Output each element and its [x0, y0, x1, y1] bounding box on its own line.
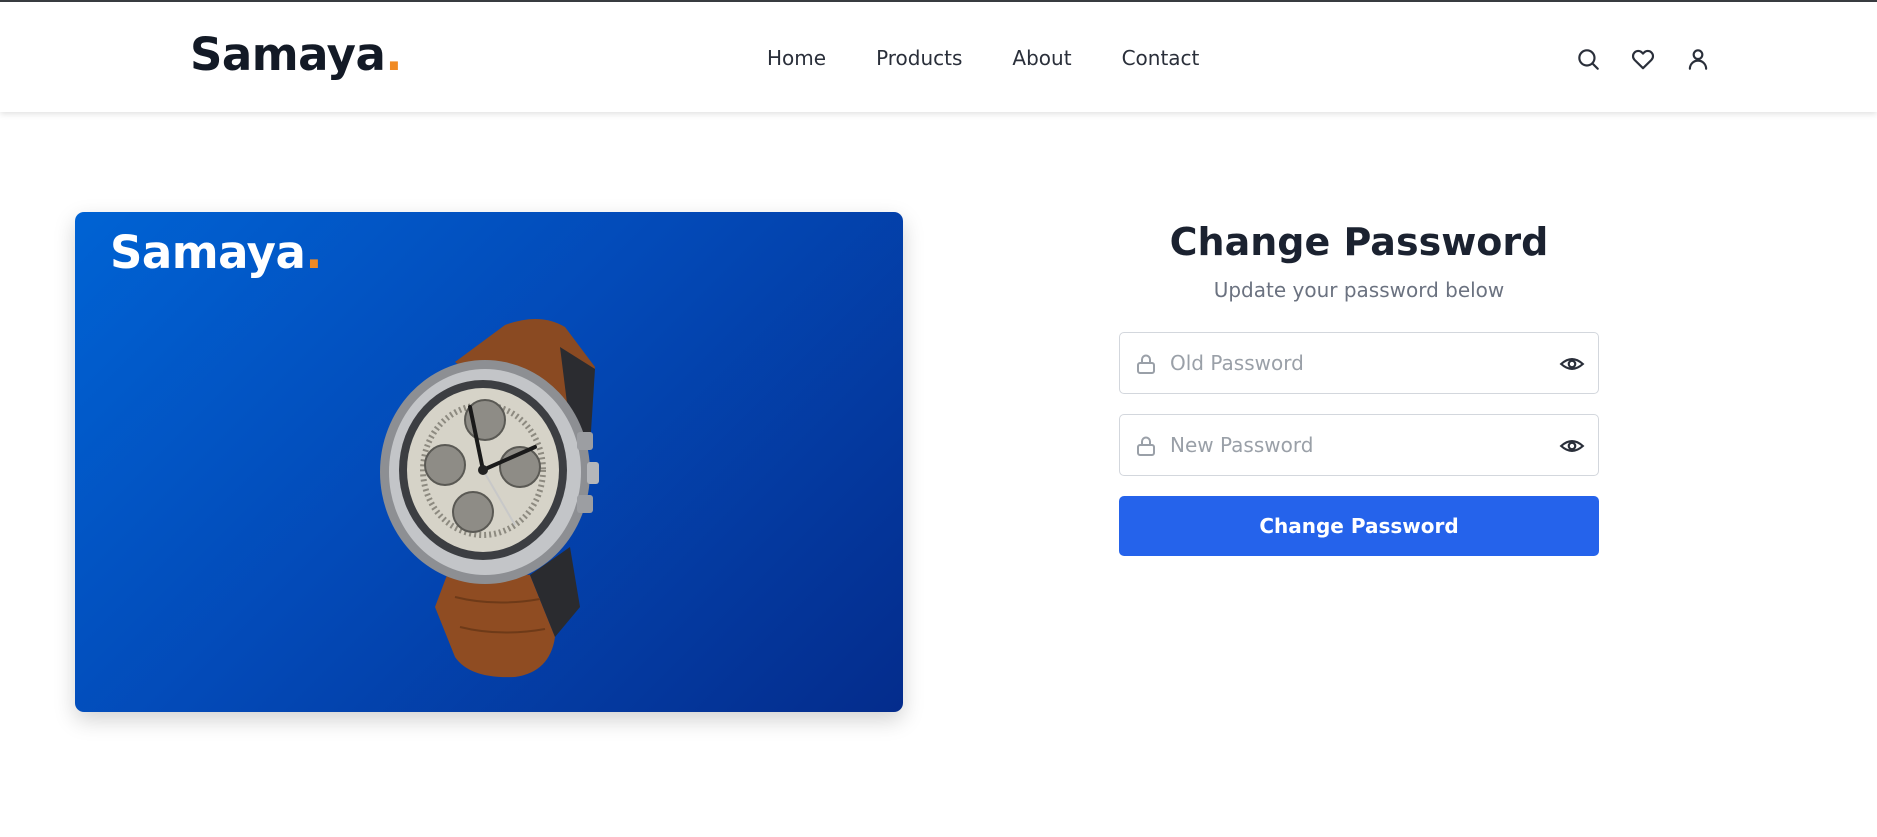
card-logo: Samaya.: [110, 226, 322, 279]
new-password-input[interactable]: [1170, 425, 1530, 465]
card-logo-name: Samaya: [110, 226, 306, 279]
brand-logo[interactable]: Samaya.: [190, 28, 402, 81]
nav-link-contact[interactable]: Contact: [1122, 46, 1200, 70]
eye-icon[interactable]: [1558, 433, 1586, 459]
brand-name: Samaya: [190, 28, 386, 81]
old-password-input[interactable]: [1170, 343, 1530, 383]
main-nav: Home Products About Contact: [767, 46, 1199, 70]
nav-link-home[interactable]: Home: [767, 46, 826, 70]
old-password-field: [1119, 332, 1599, 394]
form-title: Change Password: [1169, 220, 1549, 264]
user-icon[interactable]: [1684, 45, 1712, 73]
lock-icon: [1137, 436, 1155, 456]
navbar: Samaya. Home Products About Contact: [0, 2, 1877, 112]
hero-card: Samaya.: [75, 212, 903, 712]
nav-link-about[interactable]: About: [1012, 46, 1071, 70]
nav-link-products[interactable]: Products: [876, 46, 962, 70]
heart-icon[interactable]: [1629, 45, 1657, 73]
card-logo-dot: .: [305, 226, 322, 279]
eye-icon[interactable]: [1558, 351, 1586, 377]
change-password-button[interactable]: Change Password: [1119, 496, 1599, 556]
wristwatch-image: [380, 318, 599, 678]
lock-icon: [1137, 354, 1155, 374]
search-icon[interactable]: [1574, 45, 1602, 73]
form-subtitle: Update your password below: [1213, 278, 1505, 302]
new-password-field: [1119, 414, 1599, 476]
nav-icons: [1574, 45, 1712, 73]
brand-dot: .: [385, 28, 402, 81]
change-password-form: Change Password Update your password bel…: [1119, 220, 1599, 556]
